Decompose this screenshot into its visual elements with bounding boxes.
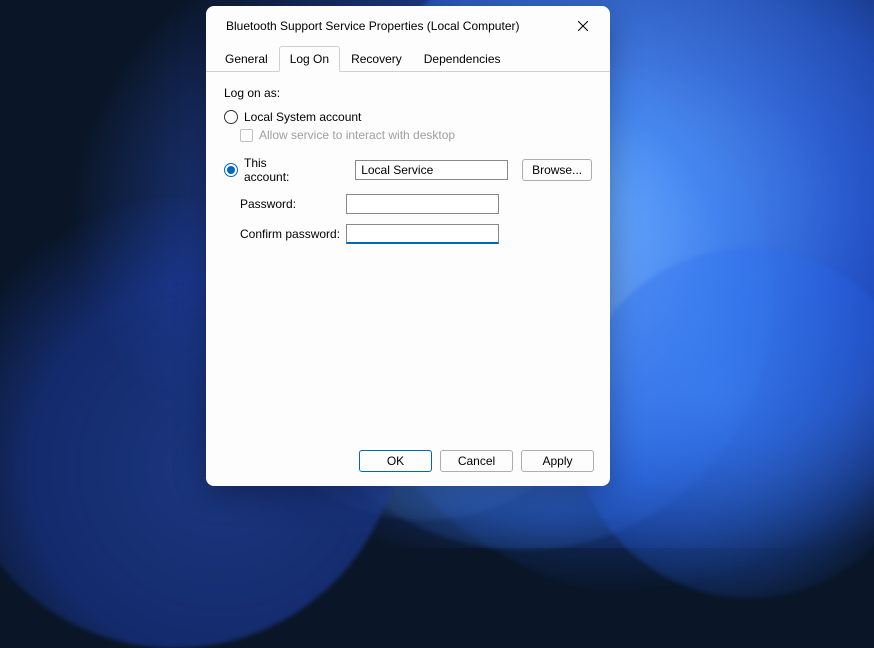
confirm-password-row: Confirm password: [240, 224, 592, 244]
allow-interact-checkbox [240, 129, 253, 142]
password-label: Password: [240, 197, 346, 211]
cancel-button[interactable]: Cancel [440, 450, 513, 472]
tab-content: Log on as: Local System account Allow se… [206, 72, 610, 440]
tab-logon[interactable]: Log On [279, 46, 340, 72]
browse-button[interactable]: Browse... [522, 159, 592, 181]
close-button[interactable] [568, 11, 598, 41]
this-account-row: This account: Browse... [224, 156, 592, 184]
tab-recovery[interactable]: Recovery [340, 46, 413, 71]
account-input[interactable] [355, 160, 508, 180]
logon-as-label: Log on as: [224, 86, 592, 100]
tab-bar: General Log On Recovery Dependencies [206, 46, 610, 72]
tab-general[interactable]: General [214, 46, 279, 71]
titlebar: Bluetooth Support Service Properties (Lo… [206, 6, 610, 46]
password-input[interactable] [346, 194, 499, 214]
password-row: Password: [240, 194, 592, 214]
local-system-label: Local System account [244, 110, 361, 124]
confirm-password-label: Confirm password: [240, 227, 346, 241]
apply-button[interactable]: Apply [521, 450, 594, 472]
this-account-radio[interactable] [224, 163, 238, 177]
window-title: Bluetooth Support Service Properties (Lo… [226, 19, 519, 33]
local-system-radio[interactable] [224, 110, 238, 124]
allow-interact-label: Allow service to interact with desktop [259, 128, 455, 142]
ok-button[interactable]: OK [359, 450, 432, 472]
tab-dependencies[interactable]: Dependencies [413, 46, 512, 71]
allow-interact-row: Allow service to interact with desktop [240, 128, 592, 142]
close-icon [578, 21, 588, 31]
this-account-label: This account: [244, 156, 311, 184]
confirm-password-input[interactable] [346, 224, 499, 244]
local-system-row[interactable]: Local System account [224, 110, 592, 124]
dialog-footer: OK Cancel Apply [206, 440, 610, 486]
properties-dialog: Bluetooth Support Service Properties (Lo… [206, 6, 610, 486]
